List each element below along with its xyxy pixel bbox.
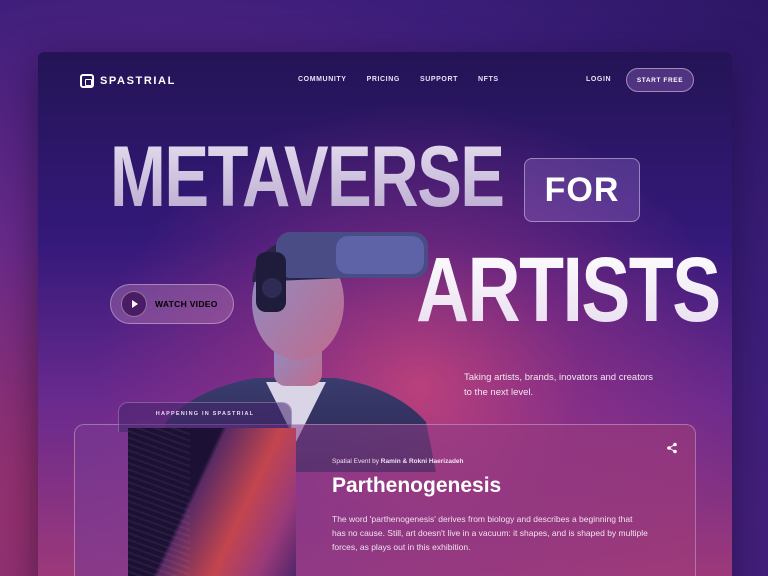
event-meta: Spatial Event by Ramin & Rokni Haerizade… — [332, 458, 464, 465]
nav-item-support[interactable]: SUPPORT — [420, 76, 458, 83]
event-description: The word 'parthenogenesis' derives from … — [332, 514, 648, 552]
start-free-button[interactable]: START FREE — [626, 68, 694, 92]
login-link[interactable]: LOGIN — [586, 76, 611, 83]
main-nav: COMMUNITY PRICING SUPPORT NFTS — [298, 76, 499, 83]
play-icon — [121, 291, 147, 317]
brand-name: SPASTRIAL — [100, 75, 176, 87]
for-label-box: FOR — [524, 158, 640, 222]
nav-item-nfts[interactable]: NFTS — [478, 76, 499, 83]
nav-item-pricing[interactable]: PRICING — [367, 76, 400, 83]
share-icon[interactable] — [666, 442, 678, 454]
hero-tagline: Taking artists, brands, inovators and cr… — [464, 372, 654, 398]
watch-video-button[interactable]: WATCH VIDEO — [110, 284, 234, 324]
nav-item-community[interactable]: COMMUNITY — [298, 76, 347, 83]
event-authors: Ramin & Rokni Haerizadeh — [380, 458, 464, 465]
hero-card: SPASTRIAL COMMUNITY PRICING SUPPORT NFTS… — [38, 52, 732, 576]
event-image[interactable] — [128, 428, 296, 576]
watch-video-label: WATCH VIDEO — [155, 299, 218, 309]
event-meta-prefix: Spatial Event by — [332, 458, 379, 465]
logo[interactable]: SPASTRIAL — [80, 74, 176, 88]
event-title: Parthenogenesis — [332, 474, 502, 497]
headline-artists: ARTISTS — [416, 239, 721, 341]
logo-icon — [80, 74, 94, 88]
headline-for: FOR — [544, 170, 620, 209]
